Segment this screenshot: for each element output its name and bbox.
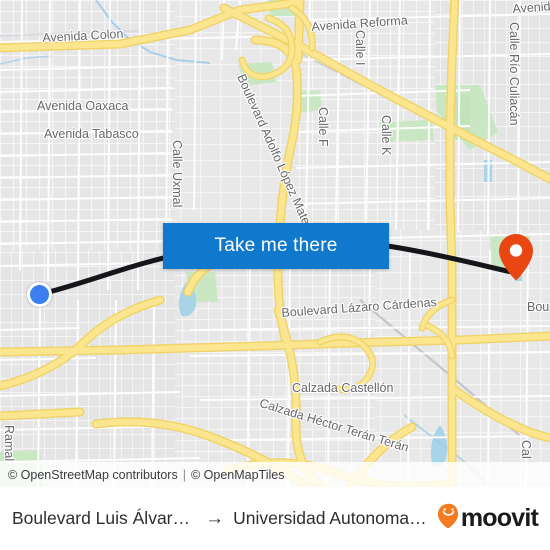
attribution-separator: | <box>182 467 186 482</box>
moovit-wordmark: moovit <box>460 504 539 532</box>
attribution-tiles-link[interactable]: © OpenMapTiles <box>191 468 285 482</box>
moovit-pin-icon <box>437 503 460 534</box>
route-footer-bar: Boulevard Luis Álvarez… → Universidad Au… <box>0 487 550 550</box>
destination-pin-icon[interactable] <box>498 233 534 281</box>
attribution-osm-link[interactable]: © OpenStreetMap contributors <box>8 468 178 482</box>
origin-label: Boulevard Luis Álvarez… <box>12 508 197 528</box>
map-attribution: © OpenStreetMap contributors | © OpenMap… <box>0 462 550 487</box>
route-summary[interactable]: Boulevard Luis Álvarez… → Universidad Au… <box>12 508 431 529</box>
moovit-route-map-screen: Avenida Colon Avenida Reforma Avenida Oaxa… <box>0 0 550 550</box>
arrow-right-icon: → <box>205 508 225 529</box>
take-me-there-button[interactable]: Take me there <box>163 223 389 269</box>
moovit-logo[interactable]: moovit <box>437 503 539 534</box>
origin-marker[interactable] <box>27 282 52 307</box>
destination-label: Universidad Autonoma D… <box>233 508 431 528</box>
map-canvas[interactable]: Avenida Colon Avenida Reforma Avenida Oaxa… <box>0 0 550 487</box>
